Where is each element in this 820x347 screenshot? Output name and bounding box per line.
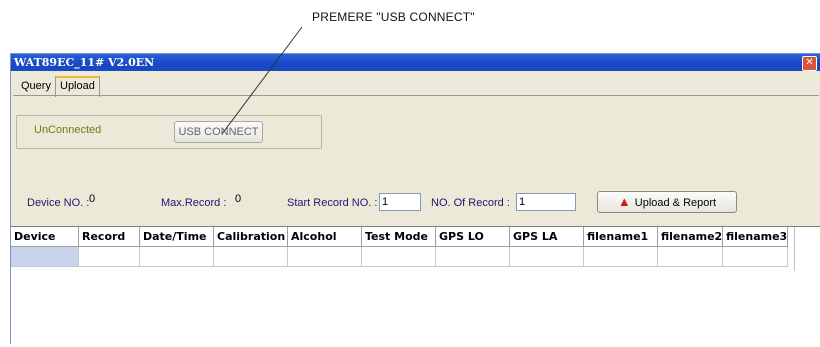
column-header[interactable]: Test Mode xyxy=(362,227,436,247)
grid-edge xyxy=(794,227,795,271)
table-cell[interactable] xyxy=(362,247,436,267)
max-record-label: Max.Record : xyxy=(161,197,227,209)
table-cell[interactable] xyxy=(723,247,788,267)
device-no-label: Device NO. : xyxy=(27,197,90,209)
table-cell[interactable] xyxy=(11,247,79,267)
table-cell[interactable] xyxy=(79,247,140,267)
annotation-text: PREMERE "USB CONNECT" xyxy=(312,10,475,24)
column-header[interactable]: GPS LO xyxy=(436,227,510,247)
max-record-field[interactable]: 0 xyxy=(233,191,273,209)
device-no-field[interactable]: 0 xyxy=(87,191,137,209)
column-header[interactable]: filename1 xyxy=(584,227,658,247)
up-arrow-icon: ▲ xyxy=(617,194,631,209)
table-cell[interactable] xyxy=(288,247,362,267)
no-of-record-field[interactable]: 1 xyxy=(516,193,576,211)
records-table[interactable]: Device Record Date/Time Calibration Alco… xyxy=(11,226,820,347)
column-header[interactable]: filename2 xyxy=(658,227,723,247)
start-record-field[interactable]: 1 xyxy=(379,193,421,211)
column-header[interactable]: Date/Time xyxy=(140,227,214,247)
title-bar: WAT89EC_11# V2.0EN ✕ xyxy=(11,54,820,71)
start-record-label: Start Record NO. : xyxy=(287,197,378,209)
close-icon[interactable]: ✕ xyxy=(802,56,817,71)
column-header[interactable]: Device xyxy=(11,227,79,247)
window-title: WAT89EC_11# V2.0EN xyxy=(14,56,155,69)
table-cell[interactable] xyxy=(510,247,584,267)
column-header[interactable]: Alcohol xyxy=(288,227,362,247)
upload-report-button[interactable]: ▲ Upload & Report xyxy=(597,191,737,213)
table-cell[interactable] xyxy=(140,247,214,267)
tab-upload[interactable]: Upload xyxy=(55,76,100,97)
usb-connect-button[interactable]: USB CONNECT xyxy=(174,121,263,143)
upload-report-label: Upload & Report xyxy=(634,197,717,209)
table-cell[interactable] xyxy=(584,247,658,267)
table-cell[interactable] xyxy=(658,247,723,267)
no-of-record-label: NO. Of Record : xyxy=(431,197,510,209)
connection-status: UnConnected xyxy=(34,124,102,136)
tab-query[interactable]: Query xyxy=(17,78,55,95)
column-header[interactable]: filename3 xyxy=(723,227,788,247)
connection-group: UnConnected USB CONNECT xyxy=(16,115,322,149)
table-row[interactable] xyxy=(11,247,788,267)
column-header[interactable]: Record xyxy=(79,227,140,247)
table-cell[interactable] xyxy=(214,247,288,267)
app-window: WAT89EC_11# V2.0EN ✕ Query Upload UnConn… xyxy=(10,53,820,347)
column-header[interactable]: Calibration xyxy=(214,227,288,247)
column-header[interactable]: GPS LA xyxy=(510,227,584,247)
table-header: Device Record Date/Time Calibration Alco… xyxy=(11,227,788,247)
table-cell[interactable] xyxy=(436,247,510,267)
